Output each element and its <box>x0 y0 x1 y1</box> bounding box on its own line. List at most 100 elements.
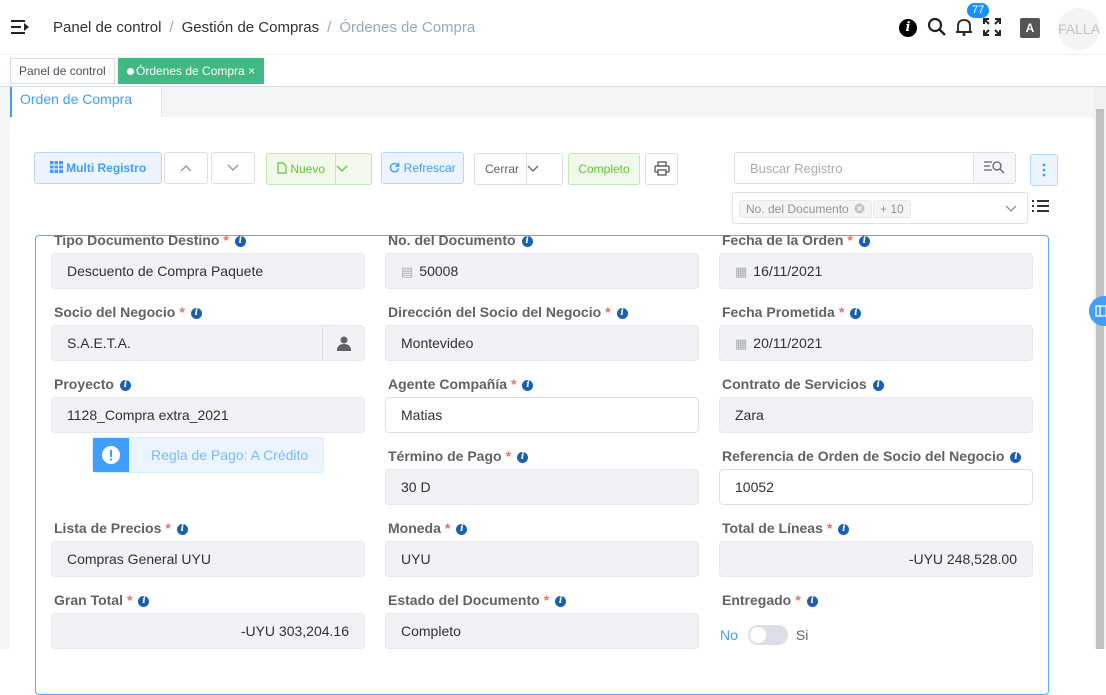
vertical-scrollbar[interactable] <box>1094 87 1106 649</box>
proyecto-field[interactable]: 1128_Compra extra_2021 <box>51 397 365 433</box>
fecha-prometida-field[interactable]: ▦ 20/11/2021 <box>719 325 1033 361</box>
info-icon: i <box>521 236 533 247</box>
info-icon: i <box>858 236 870 247</box>
column-chip: No. del Documento <box>739 200 873 218</box>
info-icon: i <box>456 524 468 535</box>
refresh-button[interactable]: Refrescar <box>381 152 464 184</box>
info-icon: i <box>555 596 567 607</box>
info-icon: i <box>522 380 534 391</box>
total-lineas-field[interactable]: -UYU 248,528.00 <box>719 541 1033 577</box>
label-no-documento: No. del Documento i <box>388 232 533 248</box>
label-lista-precios: Lista de Precios * i <box>54 520 188 536</box>
fullscreen-icon[interactable] <box>982 17 1002 37</box>
info-icon: i <box>1010 452 1022 463</box>
entregado-switch[interactable]: No Si <box>720 625 808 645</box>
user-icon <box>337 336 351 351</box>
label-total-lineas: Total de Líneas * i <box>722 520 850 536</box>
estado-field[interactable]: Completo <box>385 613 699 649</box>
label-fecha-prometida: Fecha Prometida * i <box>722 304 862 320</box>
breadcrumb-item-orders: Órdenes de Compra <box>339 19 476 36</box>
next-record-button[interactable] <box>211 152 255 184</box>
label-entregado: Entregado * i <box>722 592 818 608</box>
label-termino: Término de Pago * i <box>388 448 529 464</box>
previous-record-button[interactable] <box>164 152 208 184</box>
info-icon: i <box>838 524 850 535</box>
info-icon: i <box>806 596 818 607</box>
scrollbar-thumb[interactable] <box>1096 109 1104 649</box>
info-circle-icon <box>93 438 129 472</box>
avatar[interactable]: FALLA <box>1058 8 1100 50</box>
chevron-down-icon <box>1005 205 1017 212</box>
close-tag-icon[interactable]: × <box>248 64 255 78</box>
breadcrumb-item-dashboard[interactable]: Panel de control <box>53 19 161 36</box>
chevron-down-icon <box>227 164 239 171</box>
business-partner-search-button[interactable] <box>322 326 364 360</box>
chip-close-icon[interactable] <box>854 203 865 214</box>
search-button[interactable] <box>973 153 1015 183</box>
chevron-down-icon <box>527 165 539 172</box>
tipo-documento-field[interactable]: Descuento de Compra Paquete <box>51 253 365 289</box>
language-icon[interactable]: A <box>1020 18 1040 38</box>
info-icon: i <box>850 308 862 319</box>
breadcrumb-item-purchases[interactable]: Gestión de Compras <box>182 19 320 36</box>
new-dropdown[interactable] <box>335 154 371 184</box>
info-icon: i <box>176 524 188 535</box>
label-contrato: Contrato de Servicios i <box>722 376 884 392</box>
lista-precios-field[interactable]: Compras General UYU <box>51 541 365 577</box>
more-vertical-icon <box>1042 163 1046 177</box>
info-icon: i <box>119 380 131 391</box>
list-view-icon[interactable] <box>1032 199 1050 215</box>
socio-field[interactable]: S.A.E.T.A. <box>51 325 365 361</box>
payment-rule-alert: Regla de Pago: A Crédito <box>92 437 324 473</box>
close-action-button[interactable]: Cerrar <box>474 153 563 185</box>
switch-track[interactable] <box>747 625 788 645</box>
fecha-orden-field[interactable]: ▦ 16/11/2021 <box>719 253 1033 289</box>
bell-icon[interactable] <box>954 17 974 37</box>
info-icon: i <box>138 596 150 607</box>
table-icon <box>49 161 63 173</box>
label-gran-total: Gran Total * i <box>54 592 150 608</box>
label-fecha-orden: Fecha de la Orden * i <box>722 232 870 248</box>
more-columns-chip: + 10 <box>873 200 911 218</box>
top-navbar: Panel de control / Gestión de Compras / Órde… <box>0 0 1106 55</box>
no-documento-field[interactable]: ▤ 50008 <box>385 253 699 289</box>
printer-icon <box>653 161 670 176</box>
label-socio: Socio del Negocio * i <box>54 304 202 320</box>
info-icon: i <box>190 308 202 319</box>
document-icon <box>277 162 287 174</box>
agente-field[interactable]: Matias <box>385 397 699 433</box>
label-direccion: Dirección del Socio del Negocio * i <box>388 304 628 320</box>
label-tipo-documento: Tipo Documento Destino * i <box>54 232 246 248</box>
label-estado: Estado del Documento * i <box>388 592 567 608</box>
refresh-icon <box>390 162 400 173</box>
tab-purchase-order[interactable]: Orden de Compra <box>10 87 162 117</box>
new-button[interactable]: Nuevo <box>266 153 372 185</box>
complete-button[interactable]: Completo <box>568 153 640 185</box>
column-selector[interactable]: No. del Documento + 10 <box>732 192 1028 224</box>
multi-record-button[interactable]: Multi Registro <box>34 152 162 184</box>
print-button[interactable] <box>645 153 678 185</box>
search-record-input[interactable]: Buscar Registro <box>734 152 1016 184</box>
calendar-icon: ▦ <box>735 264 748 279</box>
close-action-dropdown[interactable] <box>526 154 562 184</box>
info-icon: i <box>616 308 628 319</box>
contrato-field[interactable]: Zara <box>719 397 1033 433</box>
search-icon[interactable] <box>927 17 947 37</box>
label-moneda: Moneda * i <box>388 520 468 536</box>
termino-field[interactable]: 30 D <box>385 469 699 505</box>
more-options-button[interactable] <box>1030 154 1058 186</box>
breadcrumb: Panel de control / Gestión de Compras / Órde… <box>53 19 476 36</box>
panel-icon <box>1095 305 1106 317</box>
document-icon: ▤ <box>401 264 414 279</box>
moneda-field[interactable]: UYU <box>385 541 699 577</box>
info-icon[interactable]: i <box>899 19 917 37</box>
menu-fold-icon[interactable] <box>10 17 30 37</box>
direccion-field[interactable]: Montevideo <box>385 325 699 361</box>
gran-total-field[interactable]: -UYU 303,204.16 <box>51 613 365 649</box>
tag-dashboard[interactable]: Panel de control <box>10 58 115 84</box>
label-agente: Agente Compañía * i <box>388 376 534 392</box>
tag-purchase-orders[interactable]: Órdenes de Compra × <box>118 58 265 84</box>
tags-view: Panel de control Órdenes de Compra × <box>0 55 1106 87</box>
referencia-field[interactable]: 10052 <box>719 469 1033 505</box>
calendar-icon: ▦ <box>735 336 748 351</box>
